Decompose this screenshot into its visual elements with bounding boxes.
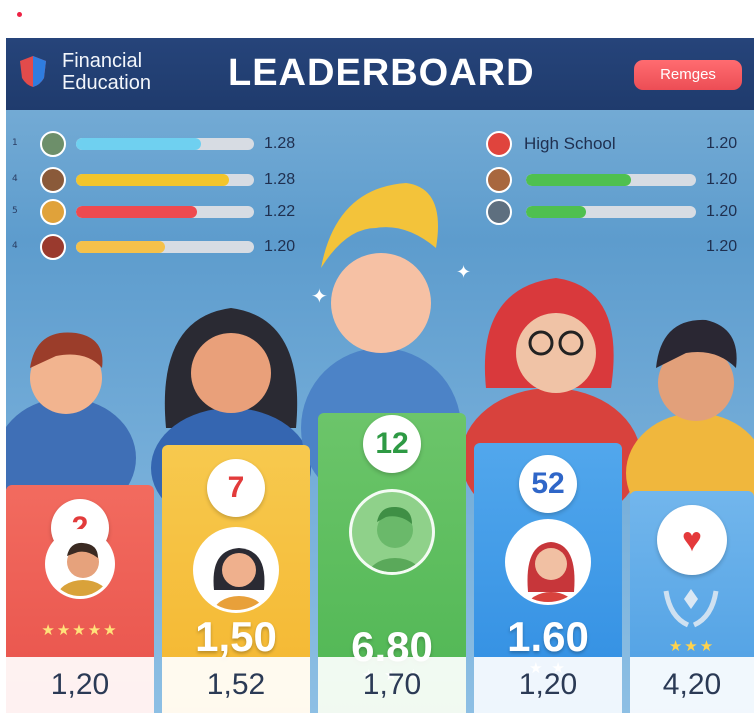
rank-row[interactable]: 4 1.20	[12, 234, 312, 260]
rank-badge: 7	[207, 459, 265, 517]
progress-track	[76, 206, 254, 218]
podium-card[interactable]: 12 6.80 ★ ★ ★ 1,70	[318, 413, 466, 713]
group-score: 1.20	[706, 135, 738, 152]
progress-track	[76, 174, 254, 186]
row-score: 1.20	[706, 203, 738, 220]
card-footer-score: 4,20	[630, 657, 754, 713]
points-value: 1.60	[507, 613, 589, 660]
player-portrait	[505, 519, 591, 605]
podium-card[interactable]: ♥ ★★★ 4,20	[630, 491, 754, 713]
progress-fill	[76, 206, 198, 218]
leaderboard-panel: ✦ ✦ Financial Education LEADERBOARD Remg…	[6, 38, 754, 713]
heart-icon: ♥	[657, 505, 727, 575]
progress-track	[76, 241, 254, 253]
svg-text:✦: ✦	[311, 284, 328, 308]
rank-badge: 12	[363, 415, 421, 473]
row-score: 1.20	[264, 238, 296, 255]
rank-row[interactable]: 1.20	[486, 199, 746, 225]
podium-card[interactable]: 7 1,50 1,52	[162, 445, 310, 713]
rating-stars: ★★★★★	[41, 621, 119, 639]
row-index: 4	[12, 174, 18, 184]
shield-icon	[20, 56, 46, 87]
row-index: 4	[12, 241, 18, 251]
progress-fill	[76, 174, 230, 186]
podium-card[interactable]: 2 ★★★★★ 1,20	[6, 485, 154, 713]
avatar	[40, 131, 66, 157]
row-score: 1.28	[264, 171, 296, 188]
avatar-placeholder	[486, 234, 512, 260]
rank-badge: 52	[519, 455, 577, 513]
corner-dot	[17, 12, 22, 17]
rank-row[interactable]: 1.20	[486, 167, 746, 193]
rank-row[interactable]: 1 1.28	[12, 131, 312, 157]
row-score: 1.20	[706, 171, 738, 188]
group-header[interactable]: High School 1.20	[486, 131, 746, 157]
progress-fill	[76, 241, 165, 253]
header-button[interactable]: Remges	[634, 60, 742, 90]
row-index: 1	[12, 138, 18, 148]
rank-row[interactable]: 1.20	[486, 234, 746, 260]
rating-stars: ★★★	[668, 637, 716, 655]
avatar	[40, 167, 66, 193]
rank-row[interactable]: 4 1.28	[12, 167, 312, 193]
group-label: High School	[524, 134, 616, 153]
progress-track	[526, 206, 696, 218]
rank-row[interactable]: 5 1.22	[12, 199, 312, 225]
brand-name: Financial Education	[62, 50, 151, 94]
player-portrait	[193, 527, 279, 613]
points-value: 1,50	[195, 613, 277, 660]
progress-fill	[526, 174, 632, 186]
podium-card[interactable]: 52 1.60 ★ ★ 1,20	[474, 443, 622, 713]
row-index: 5	[12, 206, 18, 216]
laurel-icon	[663, 589, 719, 628]
avatar	[40, 199, 66, 225]
card-footer-score: 1,52	[162, 657, 310, 713]
avatar	[486, 167, 512, 193]
row-score: 1.22	[264, 203, 296, 220]
card-footer-score: 1,20	[6, 657, 154, 713]
row-score: 1.20	[706, 238, 738, 255]
progress-track	[76, 138, 254, 150]
page-title: LEADERBOARD	[228, 52, 535, 94]
player-portrait	[45, 529, 115, 599]
avatar	[486, 199, 512, 225]
avatar	[486, 131, 512, 157]
progress-fill	[526, 206, 586, 218]
avatar	[40, 234, 66, 260]
player-portrait	[349, 489, 435, 575]
header-bar: Financial Education LEADERBOARD Remges	[6, 38, 754, 110]
svg-text:✦: ✦	[456, 262, 471, 283]
progress-fill	[76, 138, 201, 150]
progress-track	[526, 174, 696, 186]
card-footer-score: 1,20	[474, 657, 622, 713]
row-score: 1.28	[264, 135, 296, 152]
card-footer-score: 1,70	[318, 657, 466, 713]
